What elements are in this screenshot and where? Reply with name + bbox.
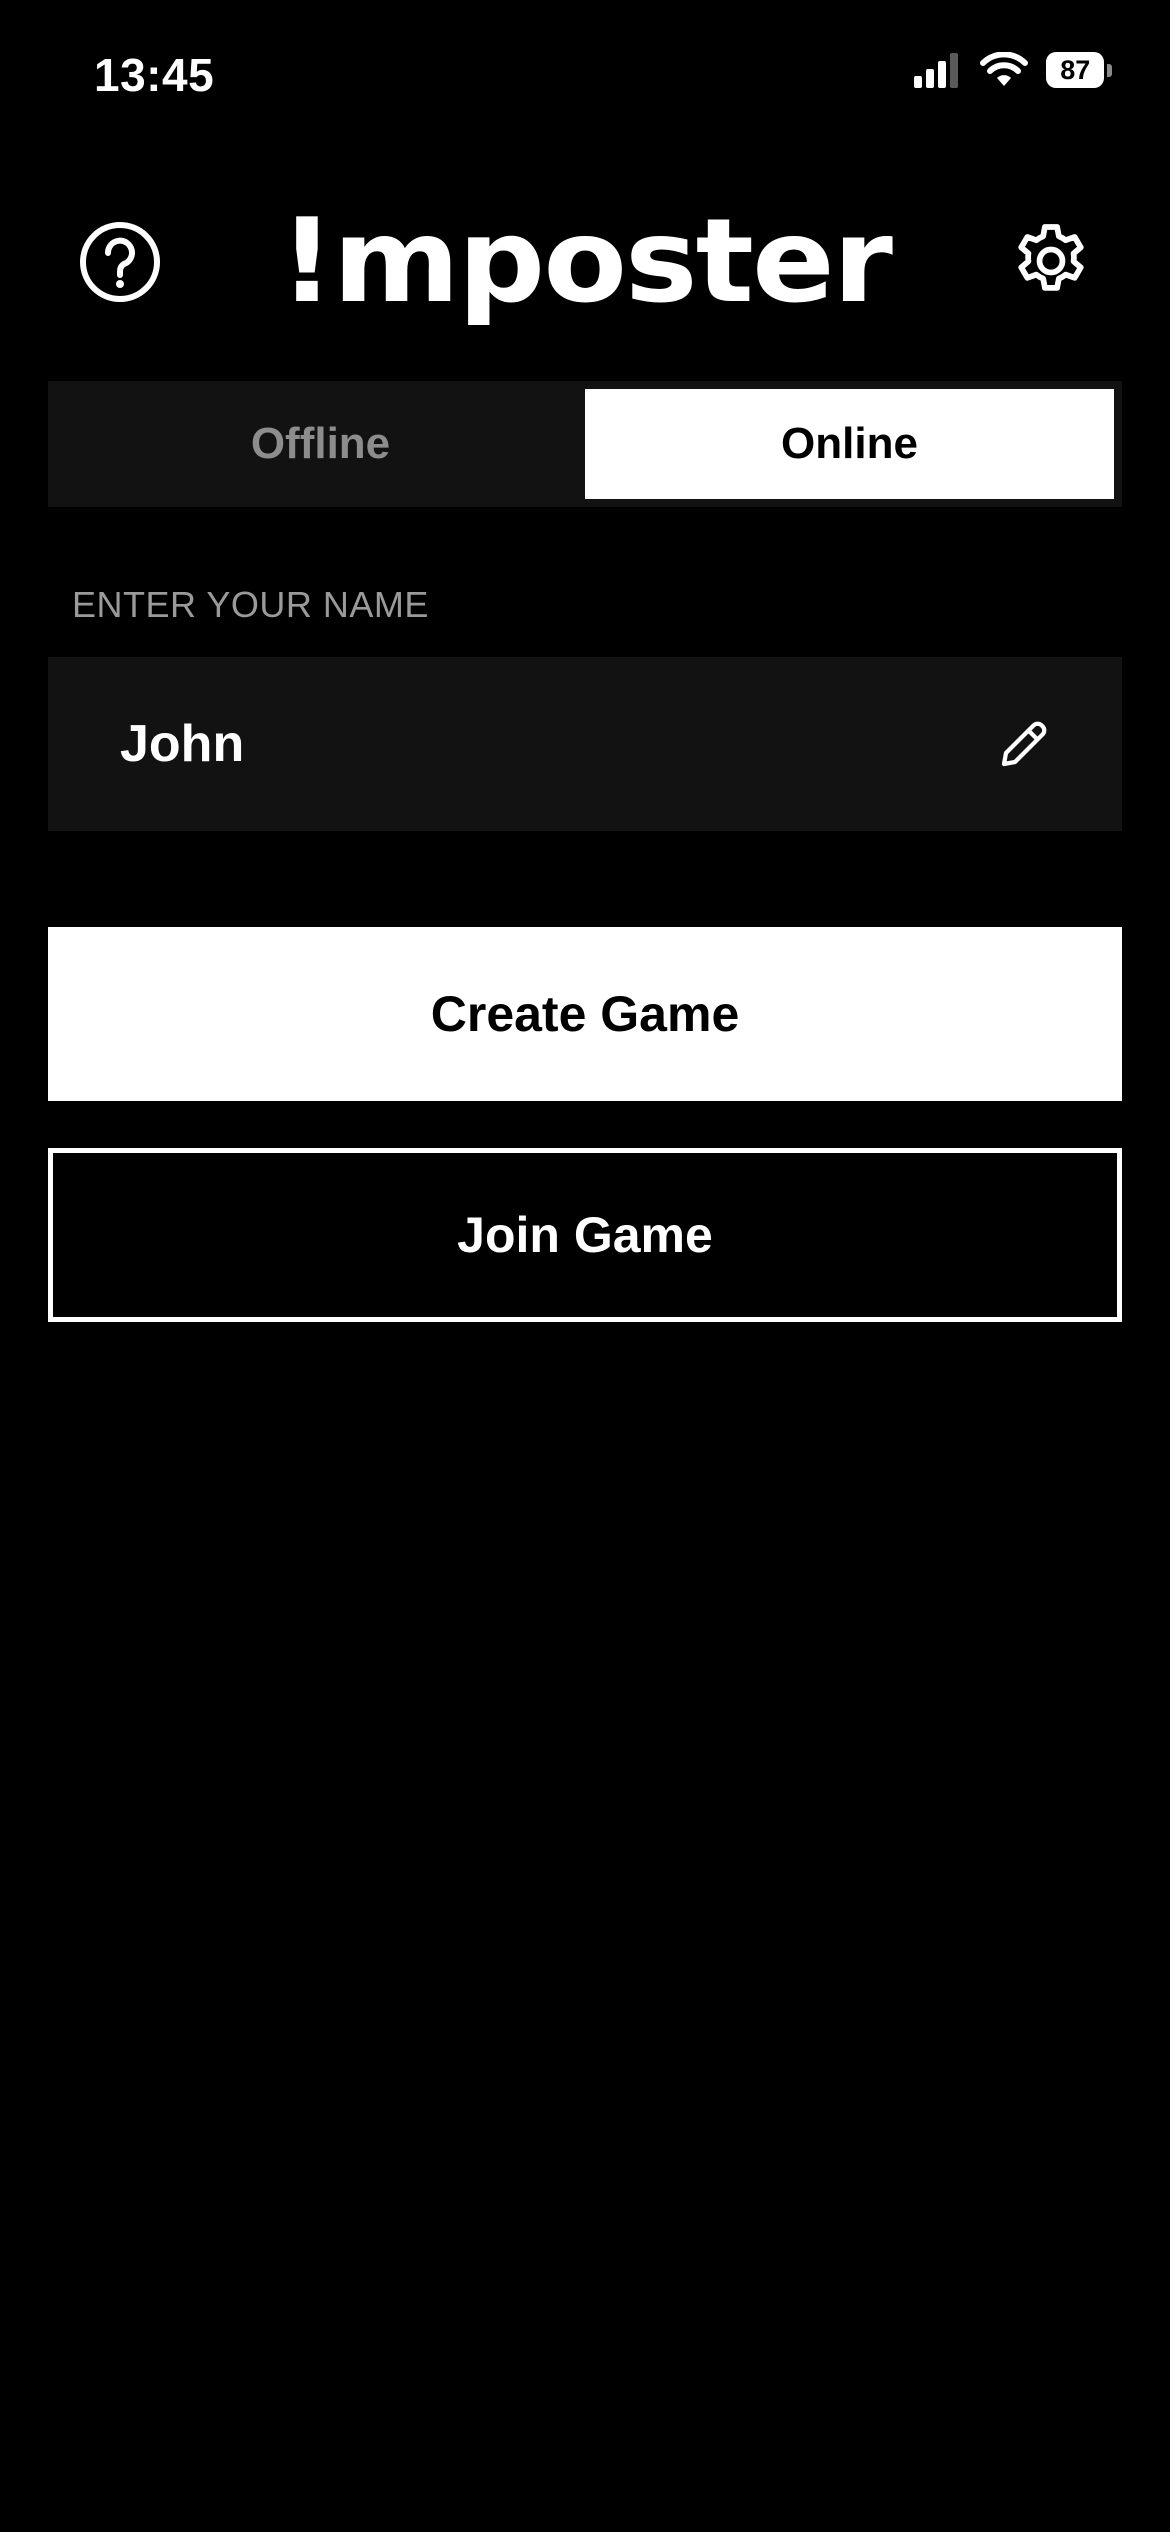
battery-cap xyxy=(1107,63,1112,77)
wifi-icon xyxy=(980,52,1028,86)
help-button[interactable] xyxy=(78,220,162,304)
battery-level: 87 xyxy=(1046,52,1105,88)
question-circle-icon xyxy=(80,222,160,302)
status-time: 13:45 xyxy=(94,49,215,101)
status-bar: 13:45 87 xyxy=(0,0,1170,150)
create-game-button[interactable]: Create Game xyxy=(48,927,1122,1101)
name-field[interactable]: John xyxy=(48,657,1122,831)
join-game-button[interactable]: Join Game xyxy=(48,1148,1122,1322)
pencil-icon[interactable] xyxy=(994,714,1054,774)
name-label: ENTER YOUR NAME xyxy=(72,584,429,625)
cellular-signal-icon xyxy=(914,53,958,88)
header: !mposter xyxy=(0,190,1170,330)
settings-button[interactable] xyxy=(1008,218,1094,304)
name-value[interactable]: John xyxy=(120,714,994,774)
status-icons: 87 xyxy=(912,52,1112,88)
battery-icon: 87 xyxy=(1046,52,1112,88)
gear-icon xyxy=(1018,224,1084,291)
tab-online[interactable]: Online xyxy=(585,389,1114,499)
mode-toggle: Offline Online xyxy=(48,381,1122,507)
app-logo-text: !mposter xyxy=(279,193,893,329)
tab-offline[interactable]: Offline xyxy=(56,389,585,499)
app-logo: !mposter xyxy=(279,196,893,326)
